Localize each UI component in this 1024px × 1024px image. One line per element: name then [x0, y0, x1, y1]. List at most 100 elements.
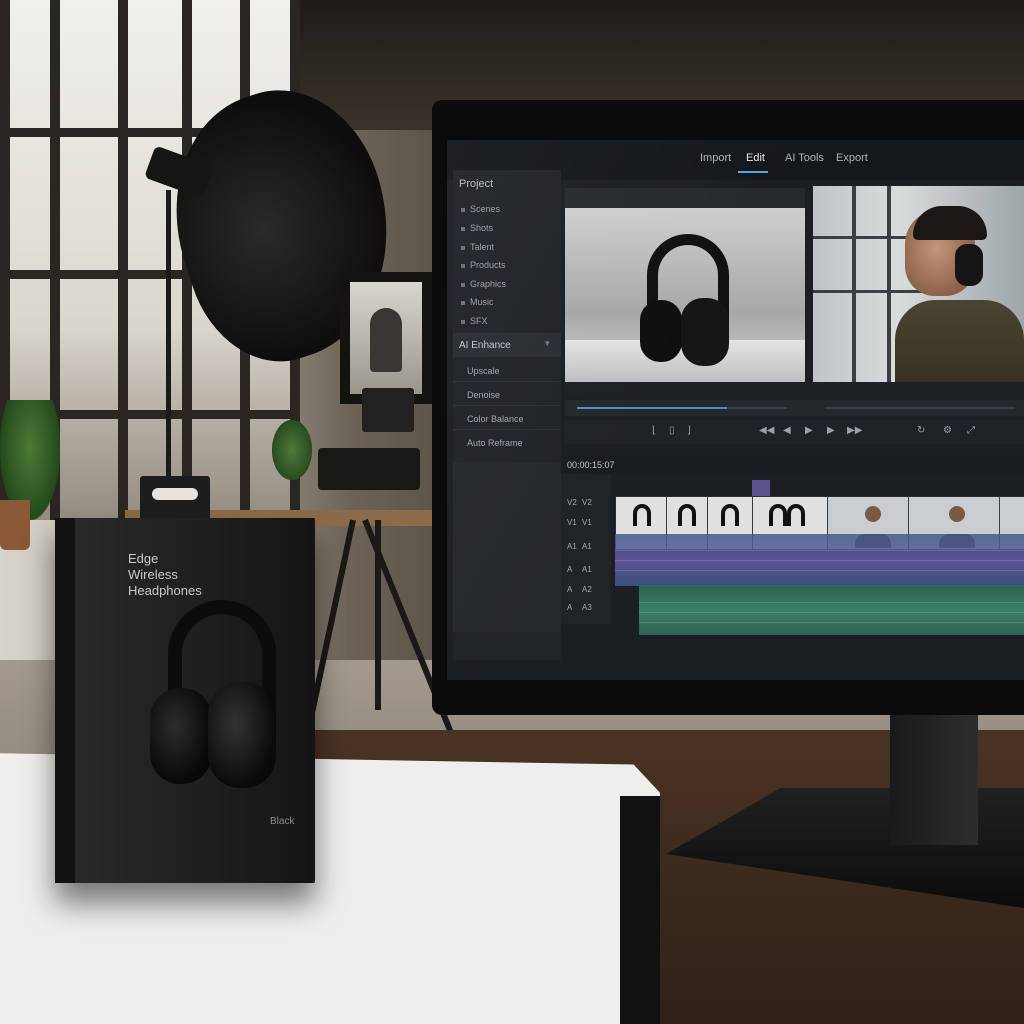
divider	[453, 405, 561, 406]
folder-icon	[461, 226, 465, 231]
nav-export[interactable]: Export	[836, 152, 868, 164]
program-scrub-track[interactable]	[825, 407, 1015, 409]
library-item-shots[interactable]: Shots	[461, 223, 493, 233]
library-item-music[interactable]: Music	[461, 297, 494, 307]
headphones-icon	[787, 504, 805, 526]
box-product-title: Edge Wireless Headphones	[128, 551, 202, 598]
background-window-frame	[813, 290, 933, 293]
talent-thumbnail-face	[949, 506, 965, 522]
folder-icon	[461, 207, 465, 212]
tripod-leg	[375, 520, 381, 710]
library-item-label: Shots	[470, 223, 494, 233]
library-item-label: Music	[470, 297, 494, 307]
audio-waveform	[615, 570, 1024, 571]
video-camera	[318, 448, 420, 490]
active-tab-indicator	[738, 171, 768, 173]
frame-forward-icon[interactable]: ▶	[827, 425, 835, 436]
talent-thumbnail-face	[865, 506, 881, 522]
headphones-earcup	[681, 298, 729, 366]
folder-icon	[461, 282, 465, 287]
panel-empty-area	[453, 462, 561, 632]
potted-plant	[272, 420, 312, 480]
track-label: A3	[582, 603, 592, 612]
mark-in-icon[interactable]: ⌊	[652, 425, 656, 436]
nav-ai-tools[interactable]: AI Tools	[785, 152, 824, 164]
portrait-figure	[370, 308, 402, 372]
nav-import[interactable]: Import	[700, 152, 731, 164]
video-editor-app: Import Edit AI Tools Export Project Scen…	[447, 140, 1024, 680]
lightbox-edge	[620, 796, 660, 1024]
project-title: Project	[459, 178, 494, 190]
track-label: A2	[582, 585, 592, 594]
mark-out-icon[interactable]: ⌋	[687, 425, 691, 436]
headphones-earcup	[640, 300, 682, 362]
transport-controls	[565, 420, 1024, 444]
folder-icon	[461, 263, 465, 268]
clip-icon[interactable]: ▯	[669, 425, 675, 436]
settings-icon[interactable]: ⚙	[943, 425, 952, 436]
step-back-icon[interactable]: ◀◀	[759, 425, 774, 436]
library-item-label: Graphics	[470, 279, 507, 289]
divider	[453, 429, 561, 430]
folder-icon	[461, 319, 465, 324]
camera-monitor	[362, 388, 414, 432]
library-item-label: Scenes	[470, 204, 501, 214]
audio-waveform	[615, 550, 1024, 551]
hang-tab-hole	[152, 488, 198, 500]
track-label: A1	[582, 565, 592, 574]
headphones-icon	[633, 504, 651, 526]
track-label: V1	[582, 518, 592, 527]
background-window-frame	[852, 186, 856, 386]
library-item-products[interactable]: Products	[461, 260, 506, 270]
nav-edit[interactable]: Edit	[746, 152, 765, 164]
headphones-earcup	[208, 682, 276, 788]
headphones-icon	[721, 504, 739, 526]
folder-icon	[461, 300, 465, 305]
audio-track-a2[interactable]	[639, 585, 1024, 635]
audio-waveform	[615, 560, 1024, 561]
headphones-earcup	[150, 688, 212, 784]
audio-waveform	[639, 622, 1024, 623]
light-stand	[166, 190, 171, 520]
viewer-label-bar	[565, 382, 1024, 396]
studio-scene: Edge Wireless Headphones Black Import Ed…	[0, 0, 1024, 1024]
track-label: A	[567, 585, 573, 594]
source-scrub-progress	[577, 407, 727, 409]
track-label: A	[567, 565, 573, 574]
track-label: A1	[582, 542, 592, 551]
library-item-label: SFX	[470, 316, 488, 326]
window-mullion	[118, 0, 128, 520]
divider	[453, 381, 561, 382]
box-color-variant: Black	[270, 816, 295, 827]
headphones-icon	[769, 504, 787, 526]
track-label: A	[567, 603, 573, 612]
background-window-frame	[887, 186, 891, 386]
track-label: V1	[567, 518, 577, 527]
chevron-down-icon[interactable]: ▾	[545, 338, 550, 349]
talent-hoodie	[895, 300, 1024, 386]
library-item-graphics[interactable]: Graphics	[461, 279, 506, 289]
timecode-display: 00:00:15:07	[567, 460, 615, 470]
loop-icon[interactable]: ↻	[917, 425, 925, 436]
timeline-ruler[interactable]	[561, 456, 1024, 474]
headphones-icon	[678, 504, 696, 526]
library-item-sfx[interactable]: SFX	[461, 316, 488, 326]
frame-back-icon[interactable]: ◀	[783, 425, 791, 436]
step-forward-icon[interactable]: ▶▶	[847, 425, 862, 436]
enhance-auto-reframe[interactable]: Auto Reframe	[467, 438, 523, 448]
enhance-upscale[interactable]: Upscale	[467, 366, 500, 376]
monitor-stand-neck	[890, 705, 978, 845]
enhance-denoise[interactable]: Denoise	[467, 390, 500, 400]
library-item-label: Products	[470, 260, 506, 270]
play-icon[interactable]: ▶	[805, 425, 813, 436]
ai-enhance-title: AI Enhance	[459, 340, 511, 351]
track-label: A1	[567, 542, 577, 551]
audio-waveform	[639, 612, 1024, 613]
library-item-scenes[interactable]: Scenes	[461, 204, 500, 214]
enhance-color-balance[interactable]: Color Balance	[467, 414, 524, 424]
plant-pot	[0, 500, 30, 550]
library-item-talent[interactable]: Talent	[461, 242, 494, 252]
audio-waveform	[639, 602, 1024, 603]
folder-icon	[461, 245, 465, 250]
fullscreen-icon[interactable]: ⤢	[967, 425, 975, 436]
